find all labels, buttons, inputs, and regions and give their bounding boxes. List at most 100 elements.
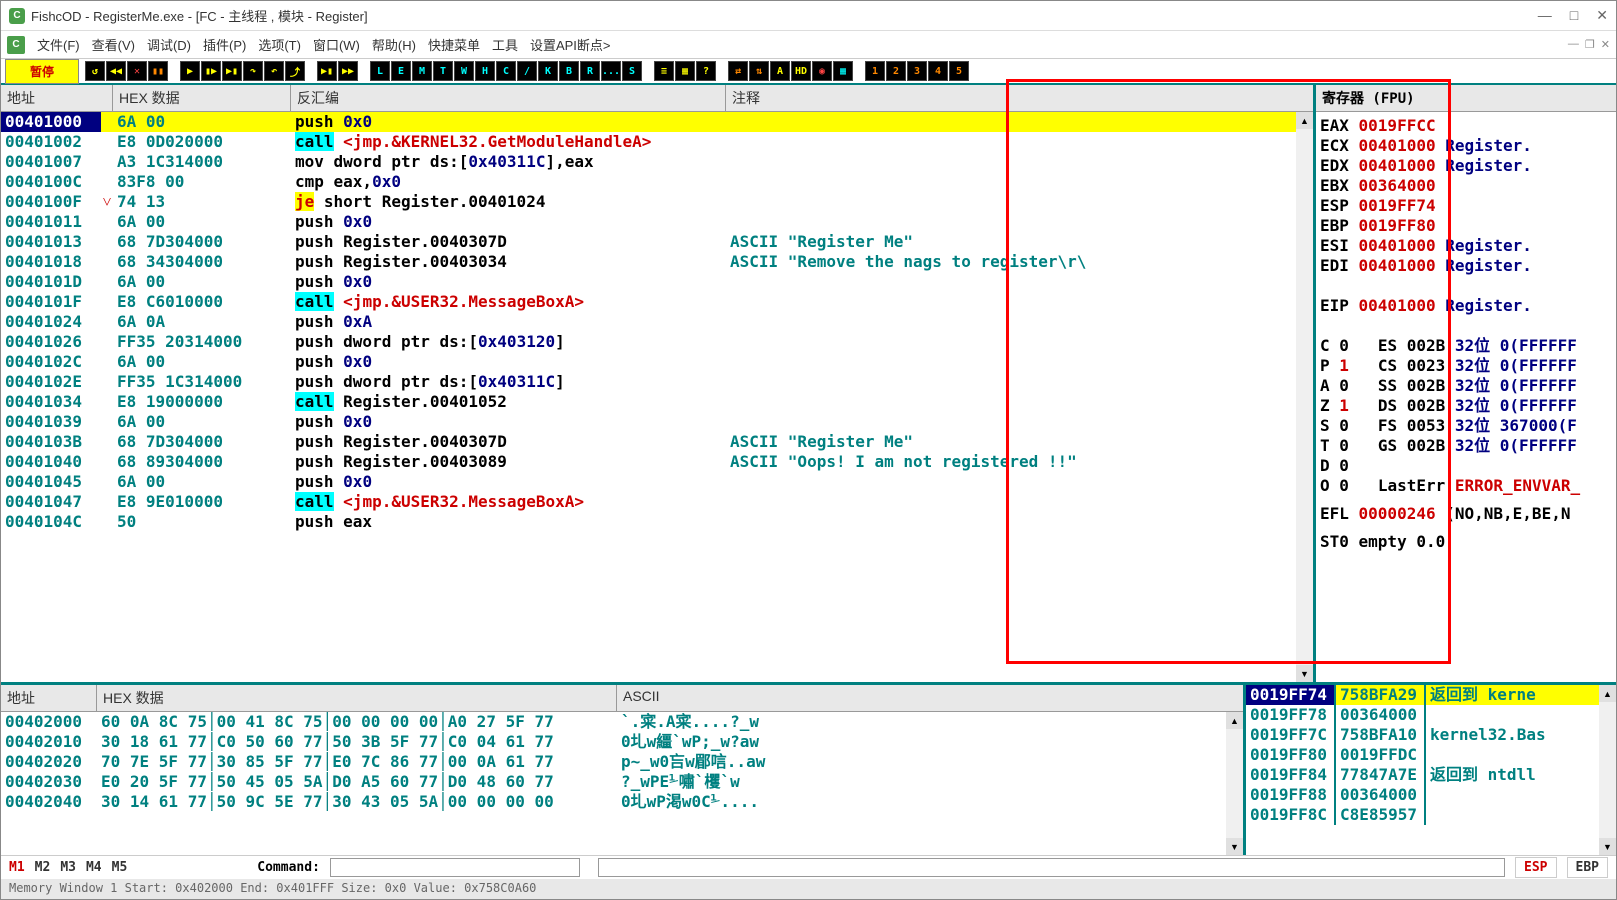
toolbar-btn[interactable]: ▶▮	[317, 61, 337, 81]
toolbar-btn[interactable]: H	[475, 61, 495, 81]
register-line[interactable]: EAX 0019FFCC	[1320, 116, 1612, 136]
menu-debug[interactable]: 调试(D)	[147, 35, 191, 54]
disasm-row[interactable]: 0040104068 89304000push Register.0040308…	[1, 452, 1296, 472]
toolbar-btn[interactable]: ▶▶	[338, 61, 358, 81]
toolbar-btn[interactable]: ↺	[85, 61, 105, 81]
menu-plugins[interactable]: 插件(P)	[203, 35, 246, 54]
register-line[interactable]: EDI 00401000 Register.	[1320, 256, 1612, 276]
disasm-row[interactable]: 0040100C83F8 00cmp eax,0x0	[1, 172, 1296, 192]
stack-row[interactable]: 0019FF7800364000	[1246, 705, 1599, 725]
marker-m1[interactable]: M1	[9, 860, 25, 875]
hex-row[interactable]: 0040204030 14 61 77│50 9C 5E 77│30 43 05…	[1, 792, 1226, 812]
toolbar-btn[interactable]: HD	[791, 61, 811, 81]
toolbar-btn[interactable]: C	[496, 61, 516, 81]
disasm-row[interactable]: 00401026FF35 20314000push dword ptr ds:[…	[1, 332, 1296, 352]
disasm-row[interactable]: 00401034E8 19000000call Register.0040105…	[1, 392, 1296, 412]
esp-button[interactable]: ESP	[1515, 857, 1556, 878]
disassembly-pane[interactable]: 地址 HEX 数据 反汇编 注释 004010006A 00push 0x000…	[1, 85, 1316, 682]
toolbar-btn[interactable]: T	[433, 61, 453, 81]
disasm-row[interactable]: 00401047E8 9E010000call <jmp.&USER32.Mes…	[1, 492, 1296, 512]
disasm-row[interactable]: 0040101868 34304000push Register.0040303…	[1, 252, 1296, 272]
register-line[interactable]: EBP 0019FF80	[1320, 216, 1612, 236]
toolbar-btn[interactable]: ◀◀	[106, 61, 126, 81]
disasm-row[interactable]: 0040102EFF35 1C314000push dword ptr ds:[…	[1, 372, 1296, 392]
register-line[interactable]: EDX 00401000 Register.	[1320, 156, 1612, 176]
disasm-row[interactable]: 004010246A 0Apush 0xA	[1, 312, 1296, 332]
hex-row[interactable]: 00402030E0 20 5F 77│50 45 05 5A│D0 A5 60…	[1, 772, 1226, 792]
stack-row[interactable]: 0019FF74758BFA29返回到 kerne	[1246, 685, 1599, 705]
toolbar-btn[interactable]: ↷	[243, 61, 263, 81]
disasm-row[interactable]: 004010006A 00push 0x0	[1, 112, 1296, 132]
mdi-close[interactable]: ✕	[1601, 38, 1610, 51]
menu-window[interactable]: 窗口(W)	[313, 35, 360, 54]
toolbar-btn[interactable]: 3	[907, 61, 927, 81]
menu-options[interactable]: 选项(T)	[258, 35, 301, 54]
toolbar-btn[interactable]: ◉	[812, 61, 832, 81]
stack-row[interactable]: 0019FF7C758BFA10kernel32.Bas	[1246, 725, 1599, 745]
disasm-row[interactable]: 0040101368 7D304000push Register.0040307…	[1, 232, 1296, 252]
disasm-row[interactable]: 0040104C50push eax	[1, 512, 1296, 532]
toolbar-btn[interactable]: ⇅	[749, 61, 769, 81]
register-pane[interactable]: 寄存器 (FPU) EAX 0019FFCCECX 00401000 Regis…	[1316, 85, 1616, 682]
register-line[interactable]: ECX 00401000 Register.	[1320, 136, 1612, 156]
disasm-row[interactable]: 00401007A3 1C314000mov dword ptr ds:[0x4…	[1, 152, 1296, 172]
hex-pane[interactable]: 地址 HEX 数据 ASCII 0040200060 0A 8C 75│00 4…	[1, 685, 1246, 855]
toolbar-btn[interactable]: 1	[865, 61, 885, 81]
toolbar-btn[interactable]: ⇄	[728, 61, 748, 81]
toolbar-btn[interactable]: E	[391, 61, 411, 81]
menu-view[interactable]: 查看(V)	[92, 35, 135, 54]
toolbar-btn[interactable]: ▦	[675, 61, 695, 81]
hex-row[interactable]: 0040202070 7E 5F 77│30 85 5F 77│E0 7C 86…	[1, 752, 1226, 772]
toolbar-btn[interactable]: ▮▶	[201, 61, 221, 81]
toolbar-btn[interactable]: ▦	[833, 61, 853, 81]
maximize-button[interactable]: □	[1570, 7, 1578, 24]
register-line[interactable]	[1320, 316, 1612, 336]
toolbar-btn[interactable]: ?	[696, 61, 716, 81]
toolbar-btn[interactable]: /	[517, 61, 537, 81]
toolbar-btn[interactable]: 4	[928, 61, 948, 81]
command-output[interactable]	[598, 858, 1505, 877]
marker-m4[interactable]: M4	[86, 860, 102, 875]
minimize-button[interactable]: —	[1538, 7, 1552, 24]
register-line[interactable]: ESP 0019FF74	[1320, 196, 1612, 216]
toolbar-btn[interactable]: ...	[601, 61, 621, 81]
register-line[interactable]: ESI 00401000 Register.	[1320, 236, 1612, 256]
mdi-minimize[interactable]: —	[1568, 38, 1579, 51]
toolbar-btn[interactable]: ≡	[654, 61, 674, 81]
register-line[interactable]: EIP 00401000 Register.	[1320, 296, 1612, 316]
flag-line[interactable]: C 0 ES 002B 32位 0(FFFFFF	[1320, 336, 1612, 356]
disasm-row[interactable]: 0040102C6A 00push 0x0	[1, 352, 1296, 372]
disasm-row[interactable]: 004010456A 00push 0x0	[1, 472, 1296, 492]
toolbar-btn[interactable]: M	[412, 61, 432, 81]
disasm-row[interactable]: 0040100F˅74 13je short Register.00401024	[1, 192, 1296, 212]
toolbar-btn[interactable]: 2	[886, 61, 906, 81]
flag-line[interactable]: Z 1 DS 002B 32位 0(FFFFFF	[1320, 396, 1612, 416]
ebp-button[interactable]: EBP	[1567, 857, 1608, 878]
disasm-row[interactable]: 0040103B68 7D304000push Register.0040307…	[1, 432, 1296, 452]
toolbar-btn[interactable]: ▶▮	[222, 61, 242, 81]
stack-pane[interactable]: 0019FF74758BFA29返回到 kerne0019FF780036400…	[1246, 685, 1616, 855]
toolbar-btn[interactable]: ⤴	[285, 61, 305, 81]
hex-row[interactable]: 0040201030 18 61 77│C0 50 60 77│50 3B 5F…	[1, 732, 1226, 752]
disasm-row[interactable]: 00401002E8 0D020000call <jmp.&KERNEL32.G…	[1, 132, 1296, 152]
stack-row[interactable]: 0019FF800019FFDC	[1246, 745, 1599, 765]
register-line[interactable]	[1320, 276, 1612, 296]
register-line[interactable]: EBX 00364000	[1320, 176, 1612, 196]
close-button[interactable]: ✕	[1596, 7, 1608, 24]
flag-line[interactable]: O 0 LastErr ERROR_ENVVAR_	[1320, 476, 1612, 496]
menu-tools[interactable]: 工具	[492, 35, 518, 54]
flag-line[interactable]: D 0	[1320, 456, 1612, 476]
menu-shortcut[interactable]: 快捷菜单	[428, 35, 480, 54]
flag-line[interactable]: P 1 CS 0023 32位 0(FFFFFF	[1320, 356, 1612, 376]
disasm-scrollbar[interactable]: ▲▼	[1296, 112, 1313, 682]
flag-line[interactable]: T 0 GS 002B 32位 0(FFFFFF	[1320, 436, 1612, 456]
toolbar-btn[interactable]: 5	[949, 61, 969, 81]
stack-scrollbar[interactable]: ▲▼	[1599, 685, 1616, 855]
hex-row[interactable]: 0040200060 0A 8C 75│00 41 8C 75│00 00 00…	[1, 712, 1226, 732]
stack-row[interactable]: 0019FF8477847A7E返回到 ntdll	[1246, 765, 1599, 785]
menu-file[interactable]: 文件(F)	[37, 35, 80, 54]
toolbar-btn[interactable]: R	[580, 61, 600, 81]
toolbar-btn[interactable]: B	[559, 61, 579, 81]
disasm-row[interactable]: 004010396A 00push 0x0	[1, 412, 1296, 432]
marker-m5[interactable]: M5	[112, 860, 128, 875]
